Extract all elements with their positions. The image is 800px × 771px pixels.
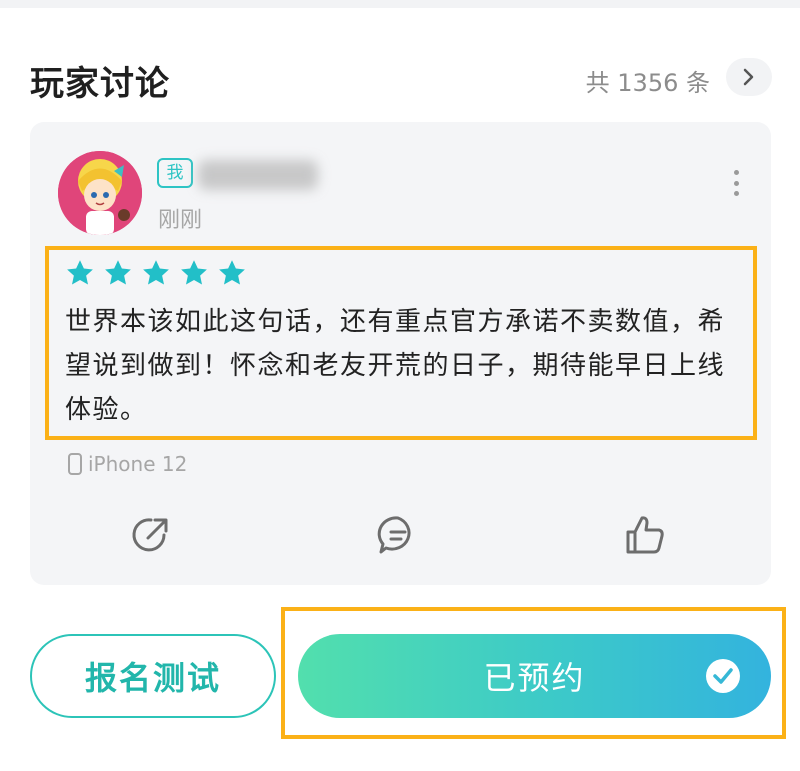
more-reviews-button[interactable] [726, 58, 772, 96]
avatar[interactable] [58, 151, 142, 235]
phone-icon [68, 453, 82, 475]
signup-test-button[interactable]: 报名测试 [30, 634, 276, 718]
share-icon[interactable] [128, 512, 174, 558]
avatar-image [58, 151, 142, 235]
check-circle-icon [706, 659, 740, 693]
section-title: 玩家讨论 [30, 64, 170, 104]
review-card: 我 刚刚 世界本该如此这句话，还有重点官方承诺不卖数值，希望说到做到！怀念和老友… [30, 122, 771, 585]
comment-icon[interactable] [375, 512, 421, 558]
star-icon [181, 260, 207, 285]
review-count[interactable]: 共 1356 条 [586, 63, 710, 98]
top-divider [0, 0, 800, 8]
star-icon [105, 260, 131, 285]
username-redacted [198, 160, 318, 190]
more-options-icon[interactable] [730, 170, 742, 196]
reserved-label: 已预约 [483, 659, 586, 697]
me-badge: 我 [157, 158, 193, 188]
review-highlight: 世界本该如此这句话，还有重点官方承诺不卖数值，希望说到做到！怀念和老友开荒的日子… [45, 246, 757, 440]
star-icon [143, 260, 169, 285]
device-info: iPhone 12 [68, 452, 187, 476]
like-icon[interactable] [622, 512, 668, 558]
bottom-action-bar: 报名测试 已预约 [0, 607, 800, 771]
star-icon [67, 260, 93, 285]
reserved-button[interactable]: 已预约 [298, 634, 771, 718]
review-text: 世界本该如此这句话，还有重点官方承诺不卖数值，希望说到做到！怀念和老友开荒的日子… [65, 307, 726, 425]
star-icon [219, 260, 245, 285]
device-label: iPhone 12 [88, 452, 188, 476]
post-time: 刚刚 [158, 208, 203, 233]
rating-stars [65, 258, 247, 288]
review-actions [30, 510, 771, 560]
chevron-right-icon [743, 68, 754, 86]
